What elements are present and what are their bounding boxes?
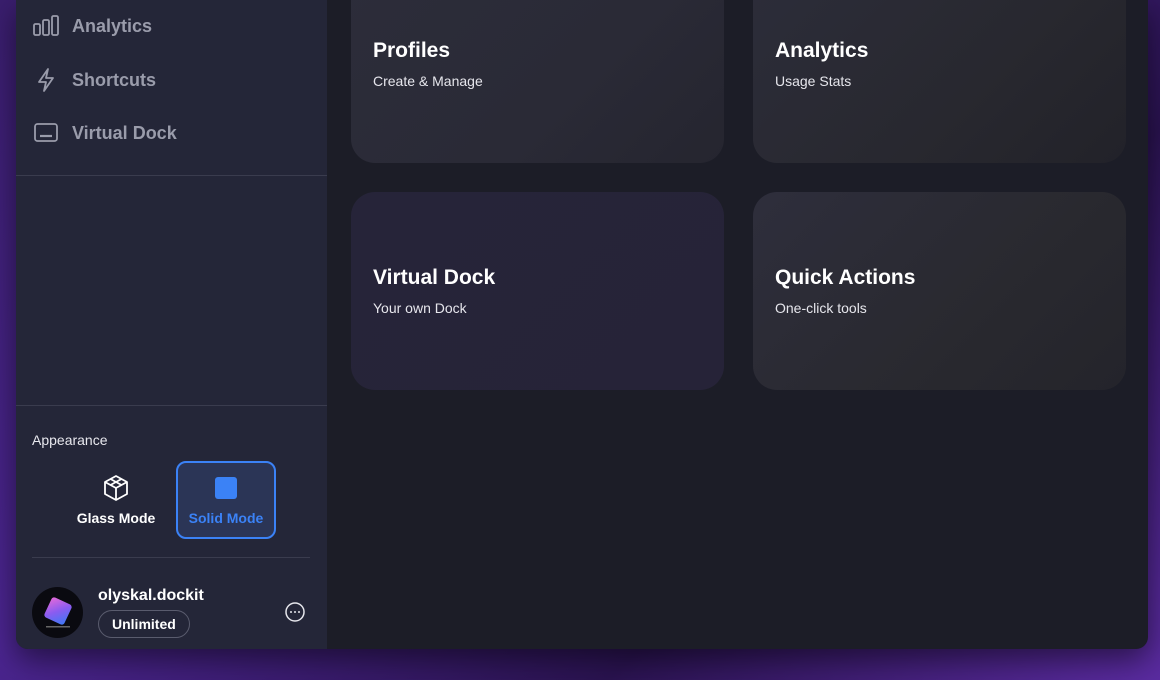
square-icon [212,474,240,502]
card-virtual-dock[interactable]: Virtual Dock Your own Dock [351,192,724,390]
more-options-icon[interactable] [284,601,306,623]
dock-icon [32,119,60,147]
plan-badge: Unlimited [98,610,190,638]
card-title: Profiles [373,39,451,62]
lightning-icon [32,66,60,94]
card-subtitle: Your own Dock [373,300,467,316]
avatar[interactable] [32,587,83,638]
card-subtitle: Usage Stats [775,73,852,89]
card-title: Virtual Dock [373,266,496,289]
sidebar-item-label: Analytics [72,15,153,36]
glass-mode-label: Glass Mode [76,510,156,526]
glass-mode-button[interactable]: Glass Mode [66,461,166,539]
card-analytics[interactable]: Analytics Usage Stats [753,0,1126,163]
sidebar-item-virtual-dock[interactable]: Virtual Dock [32,113,177,153]
sidebar-item-label: Virtual Dock [72,122,177,143]
card-profiles[interactable]: Profiles Create & Manage [351,0,724,163]
sidebar-item-shortcuts[interactable]: Shortcuts [32,60,156,100]
sidebar: Analytics Shortcuts Virtual Dock Appeara… [16,0,327,649]
bar-chart-icon [32,12,60,40]
username: olyskal.dockit [98,587,204,604]
card-title: Quick Actions [775,266,916,289]
app-window: Analytics Shortcuts Virtual Dock Appeara… [16,0,1148,649]
cube-icon [102,474,130,502]
solid-mode-label: Solid Mode [188,510,264,526]
sidebar-divider [16,175,327,176]
user-divider [32,557,310,558]
solid-mode-button[interactable]: Solid Mode [176,461,276,539]
sidebar-divider [16,405,327,406]
card-quick-actions[interactable]: Quick Actions One-click tools [753,192,1126,390]
appearance-label: Appearance [32,432,108,448]
card-subtitle: Create & Manage [373,73,483,89]
sidebar-item-label: Shortcuts [72,69,157,90]
card-title: Analytics [775,39,869,62]
card-subtitle: One-click tools [775,300,867,316]
sidebar-item-analytics[interactable]: Analytics [32,6,152,46]
